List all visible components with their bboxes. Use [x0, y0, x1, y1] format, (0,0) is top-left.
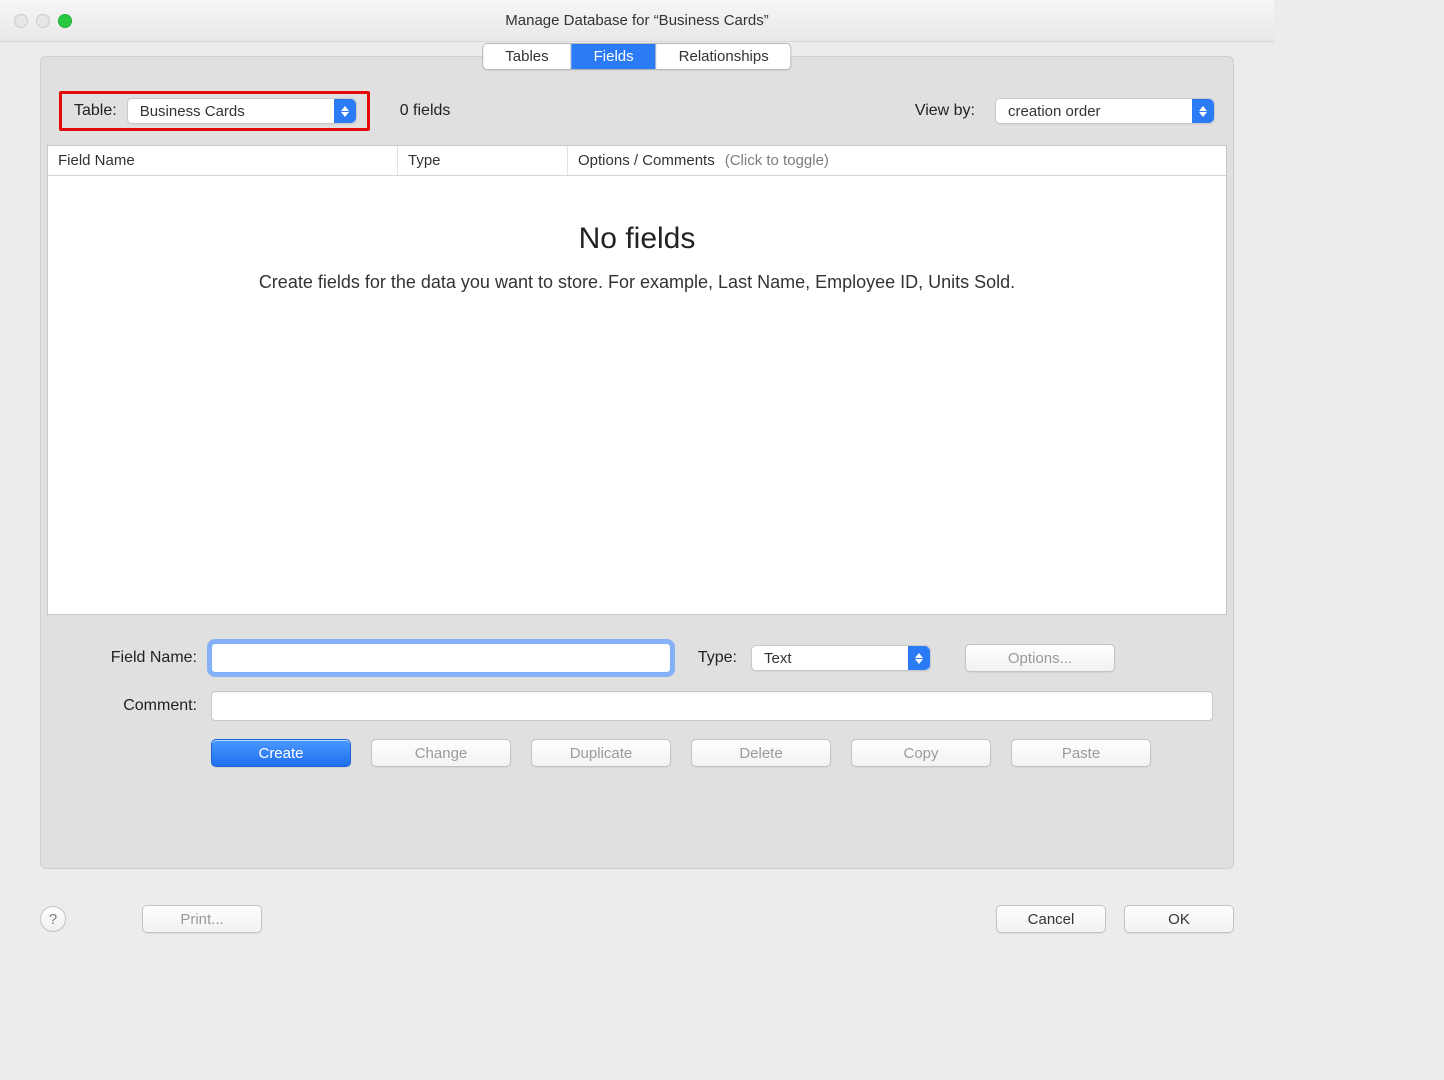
window-zoom-button[interactable]	[58, 14, 72, 28]
window-minimize-button[interactable]	[36, 14, 50, 28]
chevron-updown-icon	[908, 646, 930, 670]
print-button[interactable]: Print...	[142, 905, 262, 933]
field-action-buttons: Create Change Duplicate Delete Copy Past…	[211, 739, 1151, 767]
help-icon: ?	[49, 911, 57, 928]
viewby-select-value: creation order	[1008, 103, 1101, 120]
table-select[interactable]: Business Cards	[127, 98, 357, 124]
table-select-value: Business Cards	[140, 103, 245, 120]
col-header-options[interactable]: Options / Comments (Click to toggle)	[568, 146, 1226, 175]
manage-database-window: Manage Database for “Business Cards” Tab…	[0, 0, 1274, 953]
dialog-footer: ? Print... Cancel OK	[40, 905, 1234, 933]
chevron-updown-icon	[1192, 99, 1214, 123]
change-button[interactable]: Change	[371, 739, 511, 767]
grid-header-row: Field Name Type Options / Comments (Clic…	[48, 146, 1226, 176]
type-select-value: Text	[764, 650, 792, 667]
paste-button[interactable]: Paste	[1011, 739, 1151, 767]
field-count-label: 0 fields	[400, 102, 451, 120]
duplicate-button[interactable]: Duplicate	[531, 739, 671, 767]
fieldname-input[interactable]	[211, 643, 671, 673]
tab-relationships[interactable]: Relationships	[657, 44, 791, 69]
viewby-select[interactable]: creation order	[995, 98, 1215, 124]
create-button[interactable]: Create	[211, 739, 351, 767]
options-button[interactable]: Options...	[965, 644, 1115, 672]
field-form: Field Name: Type: Text Options... Commen…	[41, 615, 1233, 767]
col-header-options-text: Options / Comments	[578, 152, 715, 169]
empty-state-subtitle: Create fields for the data you want to s…	[48, 272, 1226, 293]
table-selector-row: Table: Business Cards 0 fields View by: …	[41, 81, 1233, 145]
chevron-updown-icon	[334, 99, 356, 123]
tab-segmented-control: Tables Fields Relationships	[482, 43, 791, 70]
fields-grid: Field Name Type Options / Comments (Clic…	[47, 145, 1227, 615]
empty-state: No fields Create fields for the data you…	[48, 222, 1226, 293]
col-header-options-hint: (Click to toggle)	[725, 152, 829, 169]
titlebar: Manage Database for “Business Cards”	[0, 0, 1274, 42]
comment-input[interactable]	[211, 691, 1213, 721]
table-label: Table:	[74, 102, 117, 120]
content-panel: Tables Fields Relationships Table: Busin…	[40, 56, 1234, 869]
tab-fields[interactable]: Fields	[572, 44, 657, 69]
col-header-fieldname[interactable]: Field Name	[48, 146, 398, 175]
window-close-button[interactable]	[14, 14, 28, 28]
traffic-lights	[14, 14, 72, 28]
type-label: Type:	[671, 649, 751, 667]
fieldname-label: Field Name:	[61, 649, 211, 667]
help-button[interactable]: ?	[40, 906, 66, 932]
type-select[interactable]: Text	[751, 645, 931, 671]
window-title: Manage Database for “Business Cards”	[505, 12, 768, 29]
delete-button[interactable]: Delete	[691, 739, 831, 767]
viewby-label: View by:	[915, 102, 975, 120]
comment-label: Comment:	[61, 697, 211, 715]
empty-state-title: No fields	[48, 222, 1226, 256]
annotation-highlight: Table: Business Cards	[59, 91, 370, 131]
copy-button[interactable]: Copy	[851, 739, 991, 767]
col-header-type[interactable]: Type	[398, 146, 568, 175]
cancel-button[interactable]: Cancel	[996, 905, 1106, 933]
tab-tables[interactable]: Tables	[483, 44, 571, 69]
ok-button[interactable]: OK	[1124, 905, 1234, 933]
